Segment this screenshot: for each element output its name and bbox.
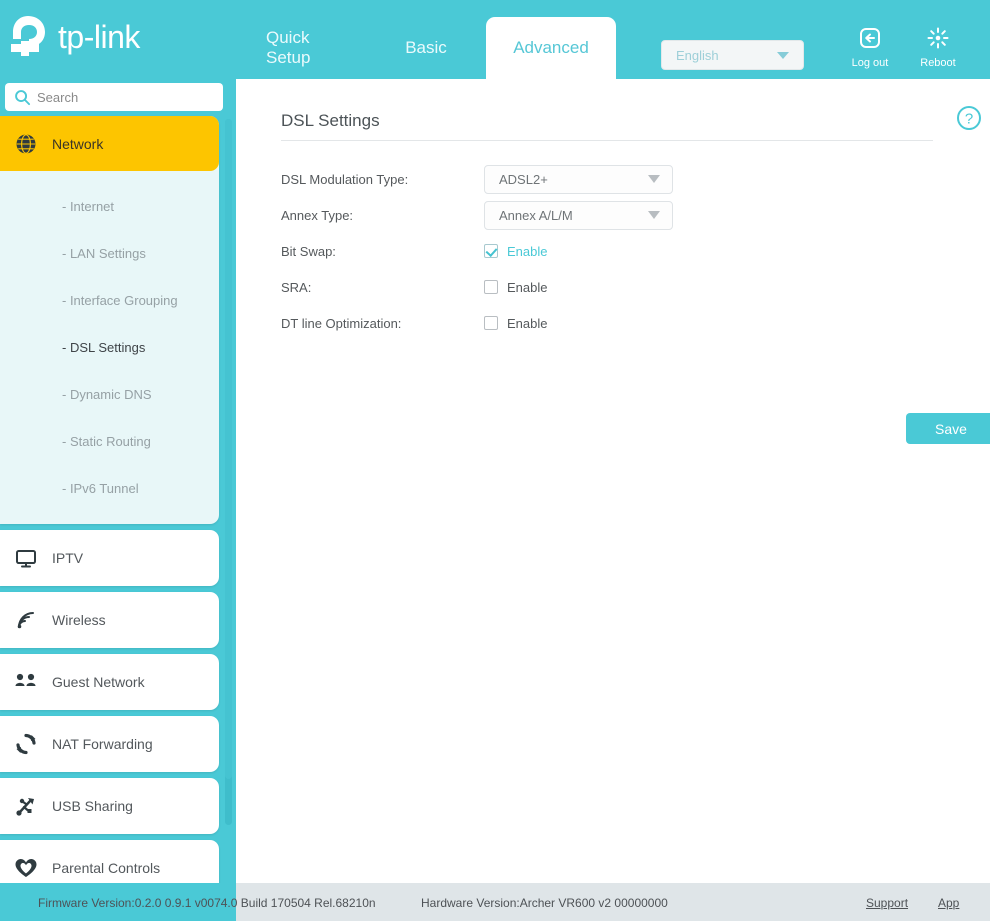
label-dsl-modulation-type: DSL Modulation Type: bbox=[281, 171, 409, 187]
label-annex-type: Annex Type: bbox=[281, 207, 354, 223]
select-annex-type-value: Annex A/L/M bbox=[499, 207, 573, 223]
checkbox-dt-line-optimization[interactable]: Enable bbox=[484, 316, 547, 331]
sidebar-item-guest-network[interactable]: Guest Network bbox=[0, 654, 219, 710]
tplink-logo-mark bbox=[8, 12, 54, 62]
checkbox-sra[interactable]: Enable bbox=[484, 280, 547, 295]
sidebar-item-nat-forwarding-label: NAT Forwarding bbox=[52, 736, 153, 752]
support-link[interactable]: Support bbox=[866, 896, 908, 910]
sidebar-subitem-dynamic-dns[interactable]: - Dynamic DNS bbox=[0, 371, 219, 418]
reboot-button[interactable]: Reboot bbox=[907, 26, 969, 69]
chevron-down-icon bbox=[648, 211, 660, 219]
sidebar-item-nat-forwarding-row[interactable]: NAT Forwarding bbox=[0, 716, 219, 772]
checkbox-bit-swap[interactable]: Enable bbox=[484, 244, 547, 259]
logout-icon bbox=[858, 26, 882, 55]
wifi-icon bbox=[0, 609, 52, 631]
form-row-sra: SRA: Enable bbox=[281, 269, 971, 305]
sidebar-item-iptv-label: IPTV bbox=[52, 550, 84, 566]
sidebar-item-wireless-label: Wireless bbox=[52, 612, 106, 628]
sidebar-group-network: Network - Internet - LAN Settings - Inte… bbox=[0, 116, 219, 524]
tplink-logo-text: tp-link bbox=[58, 19, 140, 55]
content-area: DSL Settings ? DSL Modulation Type: ADSL… bbox=[236, 79, 990, 883]
guest-users-icon bbox=[0, 671, 52, 693]
sidebar-item-guest-network-row[interactable]: Guest Network bbox=[0, 654, 219, 710]
sidebar-item-iptv-row[interactable]: IPTV bbox=[0, 530, 219, 586]
sidebar-subitem-static-routing[interactable]: - Static Routing bbox=[0, 418, 219, 465]
sidebar-item-iptv[interactable]: IPTV bbox=[0, 530, 219, 586]
sidebar: Network - Internet - LAN Settings - Inte… bbox=[0, 79, 236, 921]
sidebar-subitem-internet[interactable]: - Internet bbox=[0, 183, 219, 230]
checkbox-sra-box[interactable] bbox=[484, 280, 498, 294]
reboot-icon bbox=[926, 26, 950, 55]
label-bit-swap: Bit Swap: bbox=[281, 243, 336, 259]
sidebar-item-guest-network-label: Guest Network bbox=[52, 674, 145, 690]
sidebar-subitem-dsl-settings[interactable]: - DSL Settings bbox=[0, 324, 219, 371]
language-select[interactable]: English bbox=[661, 40, 804, 70]
app-link[interactable]: App bbox=[938, 896, 990, 921]
sidebar-item-usb-sharing-row[interactable]: USB Sharing bbox=[0, 778, 219, 834]
reboot-label: Reboot bbox=[920, 57, 956, 69]
sidebar-item-wireless[interactable]: Wireless bbox=[0, 592, 219, 648]
checkbox-dt-line-optimization-box[interactable] bbox=[484, 316, 498, 330]
sidebar-item-nat-forwarding[interactable]: NAT Forwarding bbox=[0, 716, 219, 772]
tab-quick-setup[interactable]: Quick Setup bbox=[236, 17, 366, 79]
sidebar-submenu-network: - Internet - LAN Settings - Interface Gr… bbox=[0, 171, 219, 516]
sidebar-item-usb-sharing-label: USB Sharing bbox=[52, 798, 133, 814]
globe-icon bbox=[0, 133, 52, 155]
search-box[interactable] bbox=[5, 83, 223, 111]
main-nav-tabs: Quick Setup Basic Advanced bbox=[236, 0, 616, 79]
search-icon bbox=[14, 89, 31, 106]
nat-arrows-icon bbox=[0, 733, 52, 755]
sidebar-item-network[interactable]: Network bbox=[0, 116, 219, 171]
svg-text:?: ? bbox=[965, 111, 973, 128]
footer: Firmware Version:0.2.0 0.9.1 v0074.0 Bui… bbox=[0, 883, 990, 921]
sidebar-item-usb-sharing[interactable]: USB Sharing bbox=[0, 778, 219, 834]
select-annex-type[interactable]: Annex A/L/M bbox=[484, 200, 673, 230]
help-circle-icon[interactable]: ? bbox=[956, 105, 982, 136]
checkbox-dt-line-optimization-label: Enable bbox=[507, 315, 548, 331]
form-row-dsl-modulation-type: DSL Modulation Type: ADSL2+ bbox=[281, 161, 971, 197]
top-header: tp-link Quick Setup Basic Advanced Engli… bbox=[0, 0, 990, 79]
label-sra: SRA: bbox=[281, 279, 312, 295]
chevron-down-icon bbox=[777, 51, 789, 59]
router-admin-page: tp-link Quick Setup Basic Advanced Engli… bbox=[0, 0, 990, 921]
checkbox-bit-swap-box[interactable] bbox=[484, 244, 498, 258]
form-row-dt-line-optimization: DT line Optimization: Enable bbox=[281, 305, 971, 341]
tplink-logo: tp-link bbox=[8, 12, 140, 62]
language-select-value: English bbox=[676, 47, 719, 63]
sidebar-subitem-interface-grouping[interactable]: - Interface Grouping bbox=[0, 277, 219, 324]
sidebar-subitem-lan-settings[interactable]: - LAN Settings bbox=[0, 230, 219, 277]
select-dsl-modulation-type[interactable]: ADSL2+ bbox=[484, 164, 673, 194]
sidebar-item-wireless-row[interactable]: Wireless bbox=[0, 592, 219, 648]
firmware-version: Firmware Version:0.2.0 0.9.1 v0074.0 Bui… bbox=[38, 896, 376, 910]
usb-icon bbox=[0, 795, 52, 817]
tab-advanced[interactable]: Advanced bbox=[486, 17, 616, 79]
sidebar-subitem-ipv6-tunnel[interactable]: - IPv6 Tunnel bbox=[0, 465, 219, 512]
title-divider bbox=[281, 140, 933, 141]
chevron-down-icon bbox=[648, 175, 660, 183]
hardware-version: Hardware Version:Archer VR600 v2 0000000… bbox=[421, 896, 668, 910]
heart-icon bbox=[0, 857, 52, 879]
dsl-settings-form: DSL Modulation Type: ADSL2+ Annex Type: … bbox=[281, 161, 990, 444]
form-row-annex-type: Annex Type: Annex A/L/M bbox=[281, 197, 971, 233]
sidebar-item-parental-controls-label: Parental Controls bbox=[52, 860, 161, 876]
checkbox-sra-label: Enable bbox=[507, 279, 548, 295]
page-title: DSL Settings bbox=[281, 111, 380, 130]
search-input[interactable] bbox=[31, 89, 223, 105]
form-row-bit-swap: Bit Swap: Enable bbox=[281, 233, 971, 269]
tab-basic[interactable]: Basic bbox=[366, 17, 486, 79]
logout-button[interactable]: Log out bbox=[839, 26, 901, 69]
logout-label: Log out bbox=[851, 57, 889, 69]
sidebar-menu: Network - Internet - LAN Settings - Inte… bbox=[0, 116, 236, 921]
monitor-icon bbox=[0, 547, 52, 569]
label-dt-line-optimization: DT line Optimization: bbox=[281, 315, 402, 331]
sidebar-item-network-label: Network bbox=[52, 135, 104, 152]
select-dsl-modulation-type-value: ADSL2+ bbox=[499, 171, 548, 187]
save-button[interactable]: Save bbox=[906, 413, 990, 444]
checkbox-bit-swap-label: Enable bbox=[507, 243, 548, 259]
